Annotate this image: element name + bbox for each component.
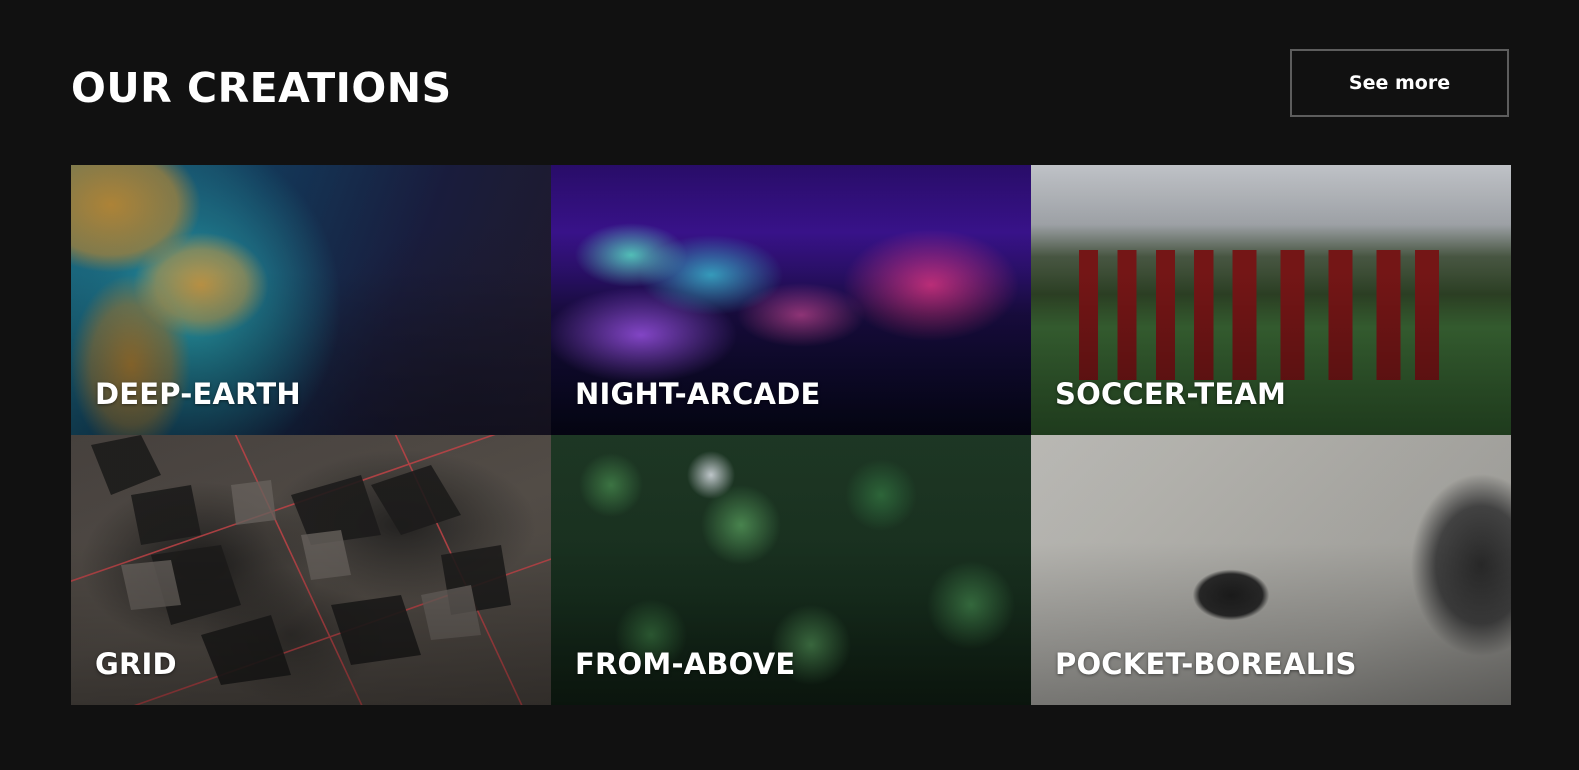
creation-card-soccer-team[interactable]: SOCCER-TEAM [1031, 165, 1511, 435]
creation-label: NIGHT-ARCADE [575, 377, 821, 411]
creation-label: FROM-ABOVE [575, 647, 796, 681]
creation-card-from-above[interactable]: FROM-ABOVE [551, 435, 1031, 705]
see-more-button[interactable]: See more [1290, 49, 1509, 117]
creation-label: DEEP-EARTH [95, 377, 301, 411]
section-title: OUR CREATIONS [71, 64, 452, 112]
creations-grid: DEEP-EARTH NIGHT-ARCADE SOCCER-TEAM GRID… [71, 165, 1511, 705]
creations-section: OUR CREATIONS See more DEEP-EARTH NIGHT-… [0, 0, 1579, 770]
creation-card-grid[interactable]: GRID [71, 435, 551, 705]
creation-card-night-arcade[interactable]: NIGHT-ARCADE [551, 165, 1031, 435]
creation-label: GRID [95, 647, 177, 681]
creation-label: POCKET-BOREALIS [1055, 647, 1357, 681]
creation-card-pocket-borealis[interactable]: POCKET-BOREALIS [1031, 435, 1511, 705]
creation-card-deep-earth[interactable]: DEEP-EARTH [71, 165, 551, 435]
creation-label: SOCCER-TEAM [1055, 377, 1287, 411]
